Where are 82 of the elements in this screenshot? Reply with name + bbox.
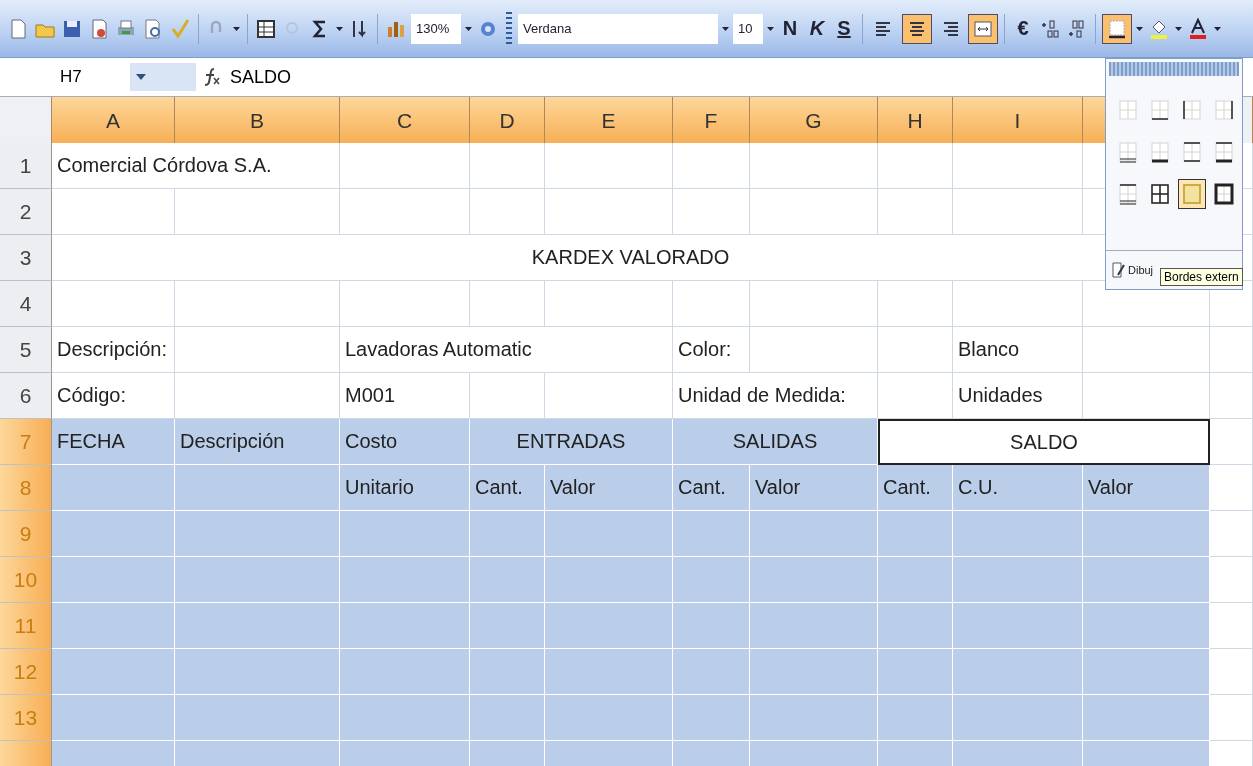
- border-option[interactable]: [1178, 179, 1206, 209]
- table-cell: [1210, 465, 1253, 511]
- border-style-icon: [1213, 183, 1235, 205]
- table-cell: Blanco: [953, 327, 1083, 373]
- dropdown-arrow-icon[interactable]: [1175, 26, 1182, 31]
- bold-button[interactable]: N: [778, 14, 802, 43]
- table-cell: Unidad de Medida:: [673, 373, 878, 419]
- formula-field[interactable]: SALDO: [230, 66, 292, 88]
- menu-item[interactable]: Dibuj: [1128, 264, 1154, 276]
- table-cell: Descripción: [175, 419, 340, 465]
- table-cell: M001: [340, 373, 470, 419]
- table-cell: FECHA: [52, 419, 175, 465]
- border-style-icon: [1181, 183, 1203, 205]
- column-header[interactable]: G: [750, 97, 878, 145]
- dropdown-arrow-icon[interactable]: [1136, 26, 1143, 31]
- table-cell: Costo: [340, 419, 470, 465]
- border-style-icon: [1117, 183, 1139, 205]
- table-cell: [1210, 649, 1253, 695]
- tooltip: Bordes extern: [1160, 268, 1243, 286]
- border-style-icon: [1117, 141, 1139, 163]
- border-style-icon: [1149, 99, 1171, 121]
- column-header[interactable]: B: [175, 97, 340, 145]
- table-cell: Código:: [52, 373, 175, 419]
- border-style-icon: [1213, 99, 1235, 121]
- row-header[interactable]: 4: [0, 281, 52, 327]
- border-style-icon: [1149, 183, 1171, 205]
- table-cell: Lavadoras Automatic: [340, 327, 673, 373]
- table-cell: Color:: [673, 327, 750, 373]
- dropdown-arrow-icon[interactable]: [336, 26, 343, 31]
- table-cell: Valor: [750, 465, 878, 511]
- dropdown-arrow-icon[interactable]: [465, 26, 472, 31]
- row-header[interactable]: 1: [0, 143, 52, 189]
- border-style-icon: [1117, 99, 1139, 121]
- table-cell: Unidades: [953, 373, 1083, 419]
- table-cell: Cant.: [673, 465, 750, 511]
- table-cell: Cant.: [470, 465, 545, 511]
- italic-button[interactable]: K: [805, 14, 829, 43]
- table-cell: SALDO: [878, 419, 1210, 465]
- underline-button[interactable]: S: [832, 14, 856, 43]
- border-style-icon: [1181, 141, 1203, 163]
- dropdown-arrow-icon[interactable]: [722, 26, 729, 31]
- font-field[interactable]: Verdana: [518, 13, 718, 44]
- table-cell: [1210, 373, 1253, 419]
- table-cell: Comercial Córdova S.A.: [52, 143, 340, 189]
- table-cell: [1210, 327, 1253, 373]
- table-cell: [1210, 603, 1253, 649]
- table-cell: C.U.: [953, 465, 1083, 511]
- pencil-icon[interactable]: [1110, 261, 1126, 279]
- column-header[interactable]: A: [52, 97, 175, 145]
- menu-grip[interactable]: [1109, 62, 1239, 76]
- table-cell: [1210, 511, 1253, 557]
- table-cell: Valor: [1083, 465, 1210, 511]
- column-header[interactable]: C: [340, 97, 470, 145]
- border-style-icon: [1149, 141, 1171, 163]
- table-cell: Valor: [545, 465, 673, 511]
- dropdown-arrow-icon[interactable]: [233, 26, 240, 31]
- dropdown-arrow-icon[interactable]: [767, 26, 774, 31]
- currency-button[interactable]: €: [1011, 14, 1035, 43]
- row-header[interactable]: 3: [0, 235, 52, 281]
- table-cell: [1210, 419, 1253, 465]
- table-cell: [1210, 695, 1253, 741]
- row-header[interactable]: 2: [0, 189, 52, 235]
- column-header[interactable]: H: [878, 97, 953, 145]
- table-cell: Unitario: [340, 465, 470, 511]
- dropdown-arrow-icon[interactable]: [136, 74, 146, 80]
- zoom-field[interactable]: 130%: [411, 13, 461, 44]
- border-style-icon: [1213, 141, 1235, 163]
- border-style-icon: [1181, 99, 1203, 121]
- dropdown-arrow-icon[interactable]: [1214, 26, 1221, 31]
- row-header[interactable]: 5: [0, 327, 52, 373]
- column-header[interactable]: E: [545, 97, 673, 145]
- table-cell: [1210, 557, 1253, 603]
- name-box[interactable]: H7: [20, 63, 130, 91]
- column-header[interactable]: F: [673, 97, 750, 145]
- column-header[interactable]: D: [470, 97, 545, 145]
- table-cell: SALIDAS: [673, 419, 878, 465]
- font-size-field[interactable]: 10: [733, 13, 763, 44]
- table-cell: Cant.: [878, 465, 953, 511]
- column-header[interactable]: I: [953, 97, 1083, 145]
- table-cell: Descripción:: [52, 327, 175, 373]
- table-cell: ENTRADAS: [470, 419, 673, 465]
- row-header[interactable]: 6: [0, 373, 52, 419]
